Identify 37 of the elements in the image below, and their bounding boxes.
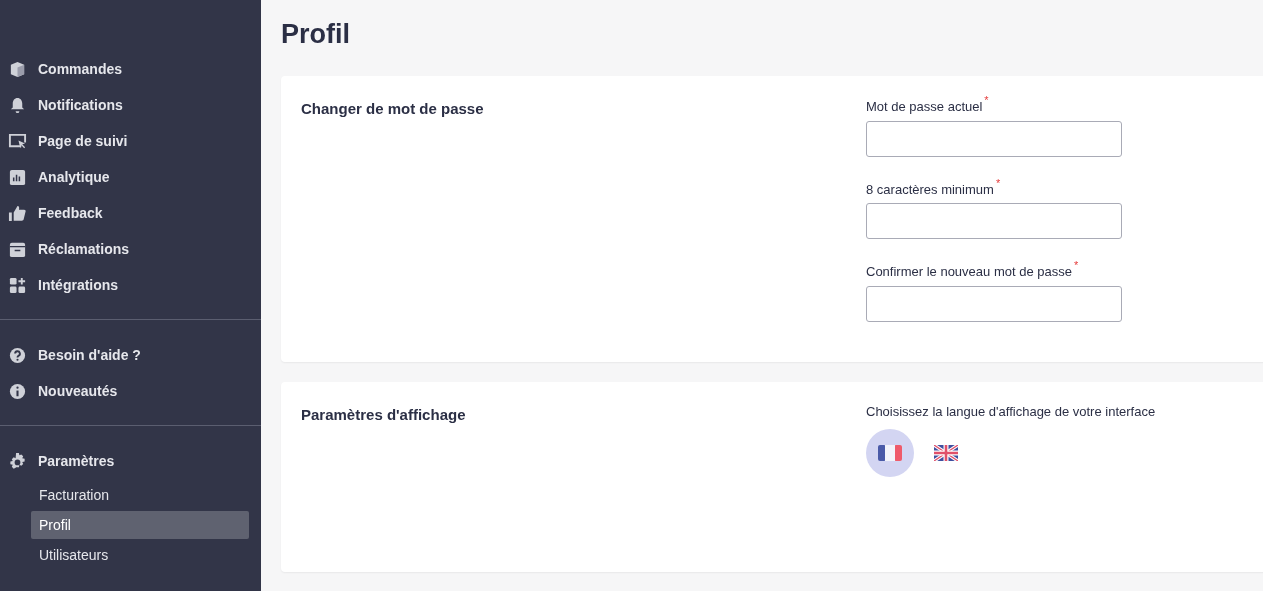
bar-chart-icon: [8, 167, 27, 187]
sidebar-item[interactable]: Page de suivi: [0, 123, 261, 159]
sidebar-subitem[interactable]: Utilisateurs: [31, 541, 249, 569]
section-title: Paramètres d'affichage: [301, 404, 467, 425]
sidebar-item[interactable]: Analytique: [0, 159, 261, 195]
field-label: 8 caractères minimum: [866, 180, 994, 199]
field-label: Confirmer le nouveau mot de passe: [866, 263, 1072, 281]
page-title: Profil: [281, 18, 351, 51]
sidebar-item[interactable]: Feedback: [0, 195, 261, 231]
settings-icon: [8, 451, 27, 471]
thumbs-up-icon: [8, 203, 27, 223]
uk-flag-icon: [934, 445, 958, 461]
help-icon: [8, 345, 27, 365]
box-icon: [8, 59, 27, 79]
sidebar-item[interactable]: Besoin d'aide ?: [0, 337, 261, 373]
password-field[interactable]: [866, 203, 1122, 239]
section-title: Changer de mot de passe: [301, 99, 485, 119]
required-mark: *: [995, 176, 1001, 189]
sidebar-item[interactable]: Réclamations: [0, 231, 261, 267]
language-button[interactable]: [866, 429, 914, 477]
sidebar-subitem[interactable]: Facturation: [31, 481, 249, 509]
required-mark: *: [1073, 259, 1079, 271]
required-mark: *: [984, 94, 989, 106]
sidebar-item[interactable]: Commandes: [0, 51, 261, 87]
password-field[interactable]: [866, 120, 1122, 157]
sidebar-item[interactable]: Intégrations: [0, 267, 261, 303]
language-prompt: Choisissez la langue d'affichage de votre interface: [866, 402, 1156, 421]
sidebar-item[interactable]: Notifications: [0, 87, 261, 123]
apps-plus-icon: [8, 275, 27, 295]
info-icon: [8, 381, 27, 401]
password-field[interactable]: [866, 285, 1122, 322]
sidebar-item[interactable]: Nouveautés: [0, 373, 261, 409]
sidebar-item[interactable]: Paramètres: [0, 443, 261, 479]
sidebar-subitem[interactable]: Profil: [31, 511, 249, 539]
france-flag-icon: [878, 445, 902, 461]
field-label: Mot de passe actuel: [866, 98, 983, 116]
monitor-cursor-icon: [8, 131, 27, 151]
